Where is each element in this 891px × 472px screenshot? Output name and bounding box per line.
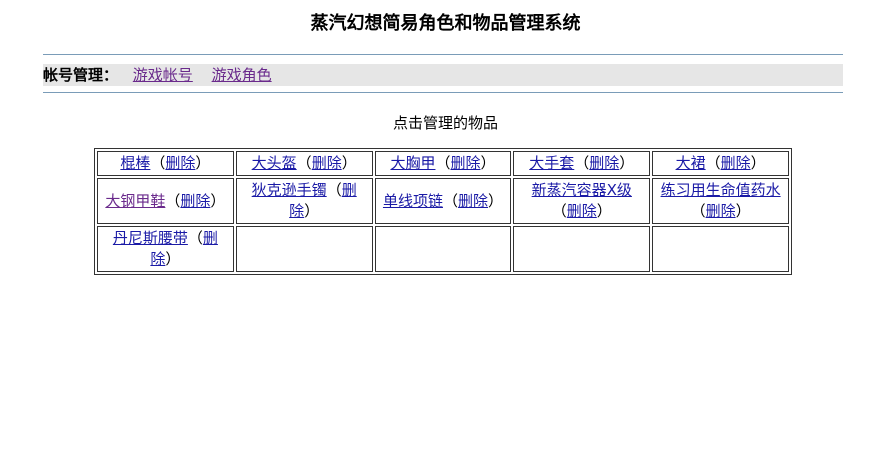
item-link[interactable]: 大头盔: [252, 154, 297, 172]
nav-link-game-characters[interactable]: 游戏角色: [212, 66, 272, 84]
item-cell: 大裙（删除）: [652, 151, 789, 176]
delete-link[interactable]: 删除: [567, 202, 597, 220]
open-paren: （: [705, 154, 721, 172]
item-link[interactable]: 练习用生命值药水: [661, 181, 781, 199]
open-paren: （: [574, 154, 590, 172]
items-subtitle: 点击管理的物品: [392, 114, 498, 132]
item-cell: 狄克逊手镯（删除）: [235, 178, 373, 224]
page-title: 蒸汽幻想简易角色和物品管理系统: [310, 13, 581, 34]
page-root: 蒸汽幻想简易角色和物品管理系统 帐号管理： 游戏帐号 游戏角色 点击管理的物品 …: [0, 0, 891, 472]
close-paren: ）: [488, 191, 504, 210]
close-paren: ）: [341, 154, 357, 172]
top-divider: [43, 54, 843, 55]
bottom-divider: [43, 92, 843, 93]
close-paren: ）: [480, 154, 496, 172]
empty-cell: [513, 226, 651, 272]
delete-link[interactable]: 删除: [180, 192, 210, 210]
item-cell: 大手套（删除）: [513, 151, 651, 176]
open-paren: （: [435, 154, 451, 172]
close-paren: ）: [619, 154, 635, 172]
close-paren: ）: [210, 191, 226, 210]
items-table: 棍棒（删除） 大头盔（删除） 大胸甲（删除） 大手套（删除） 大裙（删除） 大钢…: [94, 148, 792, 275]
open-paren: （: [165, 191, 181, 210]
delete-link[interactable]: 删除: [312, 154, 342, 172]
open-paren: （: [326, 181, 342, 199]
item-link[interactable]: 狄克逊手镯: [252, 181, 327, 199]
item-link[interactable]: 棍棒: [120, 154, 150, 172]
table-row: 丹尼斯腰带（删除）: [97, 226, 789, 272]
item-link[interactable]: 大钢甲鞋: [105, 192, 165, 210]
open-paren: （: [442, 191, 458, 210]
item-link[interactable]: 单线项链: [383, 192, 443, 210]
item-cell: 练习用生命值药水 （删除）: [652, 178, 789, 224]
open-paren: （: [551, 202, 567, 220]
item-link[interactable]: 大胸甲: [390, 154, 435, 172]
delete-link[interactable]: 删除: [721, 154, 751, 172]
item-link[interactable]: 新蒸汽容器X级: [532, 181, 632, 199]
item-cell: 新蒸汽容器X级 （删除）: [513, 178, 651, 224]
close-paren: ）: [304, 202, 320, 220]
table-row: 大钢甲鞋（删除） 狄克逊手镯（删除） 单线项链（删除） 新蒸汽容器X级（删除） …: [97, 178, 789, 224]
delete-link[interactable]: 删除: [458, 192, 488, 210]
item-cell: 棍棒（删除）: [97, 151, 234, 176]
item-cell: 大胸甲（删除）: [374, 151, 512, 176]
delete-link[interactable]: 删除: [706, 202, 736, 220]
delete-link[interactable]: 删除: [589, 154, 619, 172]
table-row: 棍棒（删除） 大头盔（删除） 大胸甲（删除） 大手套（删除） 大裙（删除）: [97, 151, 789, 176]
close-paren: ）: [195, 154, 211, 172]
close-paren: ）: [596, 202, 612, 220]
item-cell: 大头盔（删除）: [235, 151, 373, 176]
close-paren: ）: [165, 250, 181, 268]
delete-link[interactable]: 删除: [165, 154, 195, 172]
item-link[interactable]: 大裙: [676, 154, 706, 172]
nav-link-game-accounts[interactable]: 游戏帐号: [133, 66, 193, 84]
close-paren: ）: [735, 202, 751, 220]
open-paren: （: [150, 154, 166, 172]
item-cell: 单线项链（删除）: [374, 178, 512, 224]
close-paren: ）: [750, 154, 766, 172]
account-nav-bar: 帐号管理： 游戏帐号 游戏角色: [43, 64, 843, 86]
item-cell: 大钢甲鞋（删除）: [97, 178, 234, 224]
nav-label: 帐号管理：: [43, 66, 119, 84]
item-link[interactable]: 大手套: [529, 154, 574, 172]
item-cell: 丹尼斯腰带（删除）: [97, 226, 234, 272]
open-paren: （: [187, 229, 203, 247]
delete-link[interactable]: 删除: [450, 154, 480, 172]
item-link[interactable]: 丹尼斯腰带: [113, 229, 188, 247]
empty-cell: [374, 226, 512, 272]
empty-cell: [652, 226, 789, 272]
open-paren: （: [690, 202, 706, 220]
open-paren: （: [296, 154, 312, 172]
empty-cell: [235, 226, 373, 272]
